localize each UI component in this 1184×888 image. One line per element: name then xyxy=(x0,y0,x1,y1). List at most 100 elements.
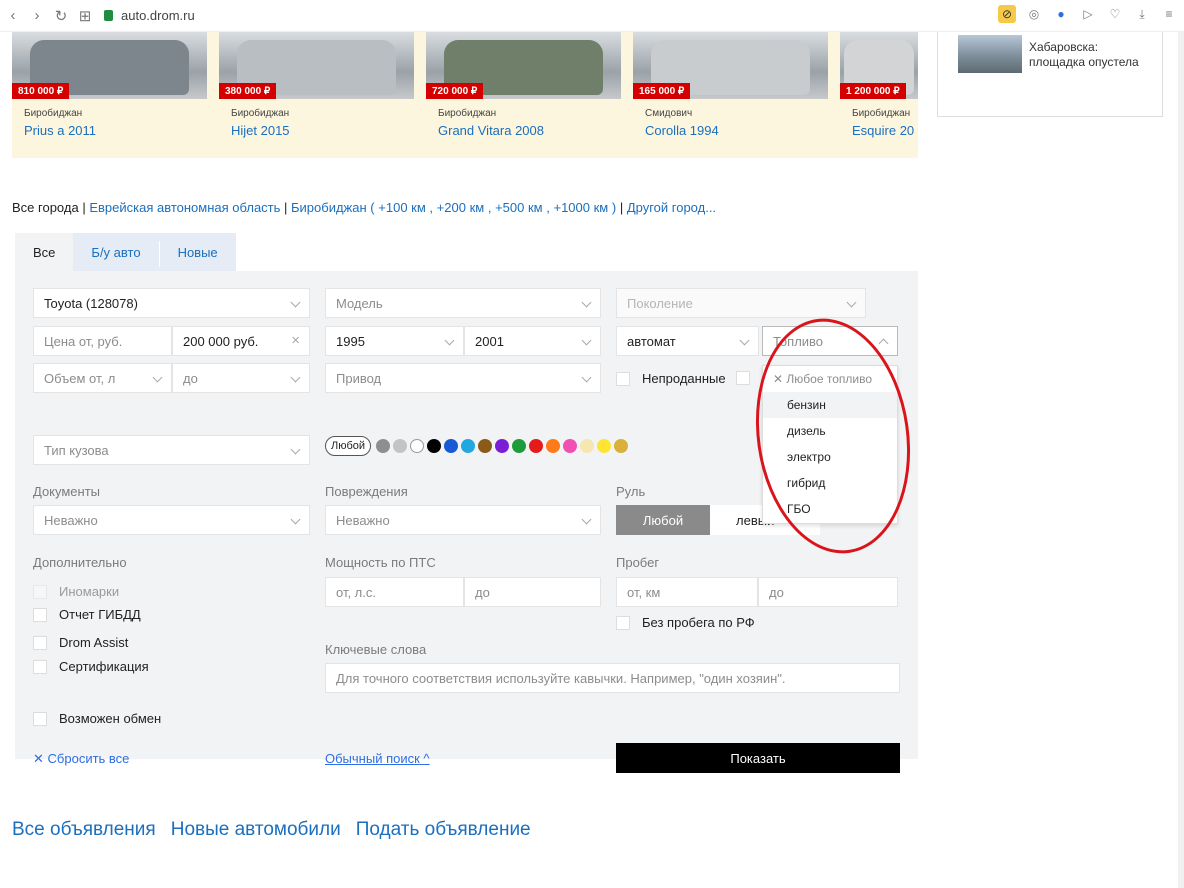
color-swatch[interactable] xyxy=(495,439,510,453)
no-mileage-rf-checkbox[interactable]: Без пробега по РФ xyxy=(616,615,755,630)
fuel-option-petrol[interactable]: бензин xyxy=(763,392,897,418)
tab-all[interactable]: Все xyxy=(15,233,74,271)
color-swatch[interactable] xyxy=(563,439,578,453)
radius-500-link[interactable]: +500 км xyxy=(495,200,543,215)
brand-select[interactable]: Toyota (128078) xyxy=(33,288,310,318)
shield-icon[interactable]: ● xyxy=(1052,5,1070,23)
reset-all-button[interactable]: ✕ Сбросить все xyxy=(33,751,129,767)
wheel-any-option[interactable]: Любой xyxy=(616,505,710,535)
volume-from-select[interactable]: Объем от, л xyxy=(33,363,172,393)
color-swatch[interactable] xyxy=(512,439,527,453)
tab-used[interactable]: Б/у авто xyxy=(73,233,158,271)
car-model-link[interactable]: Prius a 2011 xyxy=(24,123,207,138)
price-to-input[interactable]: 200 000 руб. × xyxy=(172,326,310,356)
power-to-input[interactable]: до xyxy=(464,577,601,607)
mileage-to-input[interactable]: до xyxy=(758,577,898,607)
menu-icon[interactable]: ≡ xyxy=(1160,5,1178,23)
extra-checkbox[interactable] xyxy=(736,371,762,385)
forward-icon[interactable]: › xyxy=(26,5,48,27)
car-card[interactable]: 380 000 ₽ Биробиджан Hijet 2015 xyxy=(219,32,414,138)
gibdd-report-checkbox[interactable]: Отчет ГИБДД xyxy=(33,607,141,622)
other-city-link[interactable]: Другой город... xyxy=(627,200,716,215)
region-link[interactable]: Еврейская автономная область xyxy=(89,200,280,215)
fuel-any-option[interactable]: ✕ Любое топливо xyxy=(763,366,897,392)
color-swatch[interactable] xyxy=(444,439,459,453)
tab-new[interactable]: Новые xyxy=(160,233,236,271)
power-from-input[interactable]: от, л.с. xyxy=(325,577,464,607)
heart-icon[interactable]: ♡ xyxy=(1106,5,1124,23)
address-bar[interactable]: auto.drom.ru xyxy=(104,8,195,23)
color-swatch[interactable] xyxy=(478,439,493,453)
certification-checkbox[interactable]: Сертификация xyxy=(33,659,149,674)
color-swatch[interactable] xyxy=(614,439,629,453)
back-icon[interactable]: ‹ xyxy=(2,5,24,27)
car-model-link[interactable]: Esquire 20 xyxy=(852,123,918,138)
camera-icon[interactable]: ◎ xyxy=(1025,5,1043,23)
year-from-select[interactable]: 1995 xyxy=(325,326,464,356)
color-any-chip[interactable]: Любой xyxy=(325,436,372,456)
color-swatch[interactable] xyxy=(580,439,595,453)
fuel-option-electric[interactable]: электро xyxy=(763,444,897,470)
show-results-button[interactable]: Показать xyxy=(616,743,900,773)
color-swatch[interactable] xyxy=(461,439,476,453)
city-link[interactable]: Биробиджан xyxy=(291,200,367,215)
download-icon[interactable]: ⤓ xyxy=(1133,5,1151,23)
radius-1000-link[interactable]: +1000 км xyxy=(553,200,608,215)
fuel-select[interactable]: Топливо xyxy=(762,326,898,356)
car-price: 165 000 ₽ xyxy=(633,83,691,99)
color-swatch[interactable] xyxy=(597,439,612,453)
price-from-input[interactable]: Цена от, руб. xyxy=(33,326,172,356)
car-model-link[interactable]: Hijet 2015 xyxy=(231,123,414,138)
clear-icon[interactable]: × xyxy=(291,332,300,349)
adblock-icon[interactable]: ⊘ xyxy=(998,5,1016,23)
apps-grid-icon[interactable]: ⊞ xyxy=(74,5,96,27)
news-title[interactable]: Хабаровска: площадка опустела xyxy=(1029,40,1157,70)
color-swatch[interactable] xyxy=(410,439,425,453)
year-to-select[interactable]: 2001 xyxy=(464,326,601,356)
unsold-checkbox[interactable]: Непроданные xyxy=(616,371,726,386)
generation-select[interactable]: Поколение xyxy=(616,288,866,318)
car-card[interactable]: 720 000 ₽ Биробиджан Grand Vitara 2008 xyxy=(426,32,621,138)
post-ad-link[interactable]: Подать объявление xyxy=(356,819,531,841)
scrollbar[interactable] xyxy=(1178,32,1184,888)
body-type-select[interactable]: Тип кузова xyxy=(33,435,310,465)
exchange-checkbox[interactable]: Возможен обмен xyxy=(33,711,161,726)
keywords-input[interactable]: Для точного соответствия используйте кав… xyxy=(325,663,900,693)
car-city: Биробиджан xyxy=(24,108,83,119)
color-swatch[interactable] xyxy=(529,439,544,453)
fuel-option-diesel[interactable]: дизель xyxy=(763,418,897,444)
color-swatch[interactable] xyxy=(393,439,408,453)
drive-select[interactable]: Привод xyxy=(325,363,601,393)
transmission-select[interactable]: автомат xyxy=(616,326,759,356)
send-icon[interactable]: ▷ xyxy=(1079,5,1097,23)
fuel-option-hybrid[interactable]: гибрид xyxy=(763,470,897,496)
car-card[interactable]: 810 000 ₽ Биробиджан Prius a 2011 xyxy=(12,32,207,138)
damage-select[interactable]: Неважно xyxy=(325,505,601,535)
all-ads-link[interactable]: Все объявления xyxy=(12,819,156,841)
all-cities-link[interactable]: Все города xyxy=(12,200,79,215)
car-model-link[interactable]: Grand Vitara 2008 xyxy=(438,123,621,138)
documents-select[interactable]: Неважно xyxy=(33,505,310,535)
car-card[interactable]: 1 200 000 ₽ Биробиджан Esquire 20 xyxy=(840,32,918,138)
color-swatch[interactable] xyxy=(546,439,561,453)
reload-icon[interactable]: ↻ xyxy=(50,5,72,27)
news-widget[interactable]: Хабаровска: площадка опустела xyxy=(937,32,1163,117)
model-select[interactable]: Модель xyxy=(325,288,601,318)
color-swatch[interactable] xyxy=(376,439,391,453)
normal-search-link[interactable]: Обычный поиск ^ xyxy=(325,751,430,766)
close-icon: ✕ xyxy=(773,372,784,386)
car-card[interactable]: 165 000 ₽ Смидович Corolla 1994 xyxy=(633,32,828,138)
radius-200-link[interactable]: +200 км xyxy=(437,200,485,215)
mileage-from-input[interactable]: от, км xyxy=(616,577,758,607)
checkbox-label: Иномарки xyxy=(59,584,120,599)
new-cars-link[interactable]: Новые автомобили xyxy=(171,819,341,841)
fuel-option-lpg[interactable]: ГБО xyxy=(763,496,897,522)
foreign-cars-checkbox[interactable]: Иномарки xyxy=(33,584,119,599)
volume-to-select[interactable]: до xyxy=(172,363,310,393)
radius-100-link[interactable]: +100 км xyxy=(378,200,426,215)
color-picker: Любой xyxy=(325,435,629,457)
drom-assist-checkbox[interactable]: Drom Assist xyxy=(33,635,128,650)
car-model-link[interactable]: Corolla 1994 xyxy=(645,123,828,138)
car-price: 810 000 ₽ xyxy=(12,83,70,99)
color-swatch[interactable] xyxy=(427,439,442,453)
